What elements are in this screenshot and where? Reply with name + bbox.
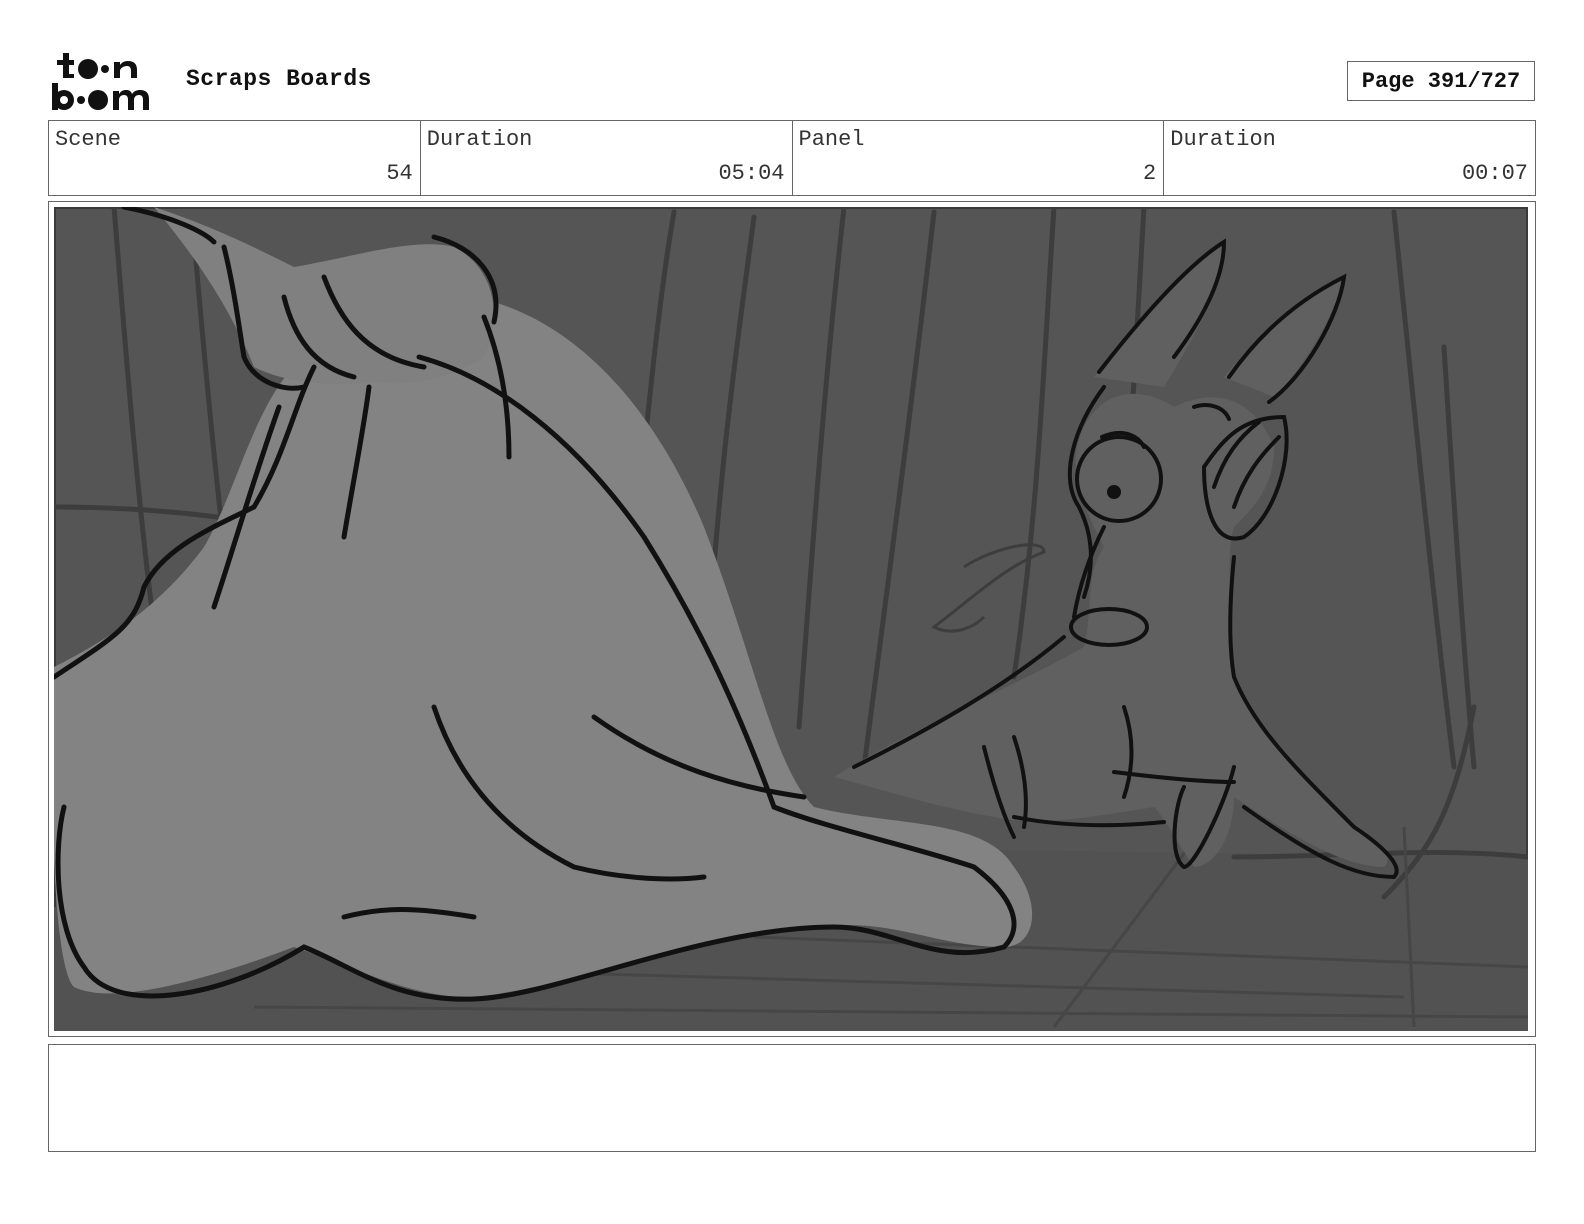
panel-cell: Panel 2 [793,121,1165,195]
document-title: Scraps Boards [186,66,372,92]
panel-info-bar: Scene 54 Duration 05:04 Panel 2 Duration… [48,120,1536,196]
scene-duration-value: 05:04 [718,161,785,186]
panel-number: 2 [1143,161,1157,186]
panel-duration-value: 00:07 [1461,161,1528,186]
toon-boom-logo [52,53,149,110]
scene-number: 54 [386,161,413,186]
scene-cell: Scene 54 [49,121,421,195]
panel-label: Panel [798,127,865,152]
panel-duration-cell: Duration 00:07 [1164,121,1535,195]
page-indicator: Page 391/727 [1347,61,1535,101]
scene-label: Scene [55,127,122,152]
scene-duration-cell: Duration 05:04 [421,121,793,195]
panel-notes-box [48,1044,1536,1152]
storyboard-sketch-image [54,207,1528,1031]
scene-duration-label: Duration [426,127,533,152]
panel-duration-label: Duration [1170,127,1276,152]
storyboard-panel-frame [48,201,1536,1037]
